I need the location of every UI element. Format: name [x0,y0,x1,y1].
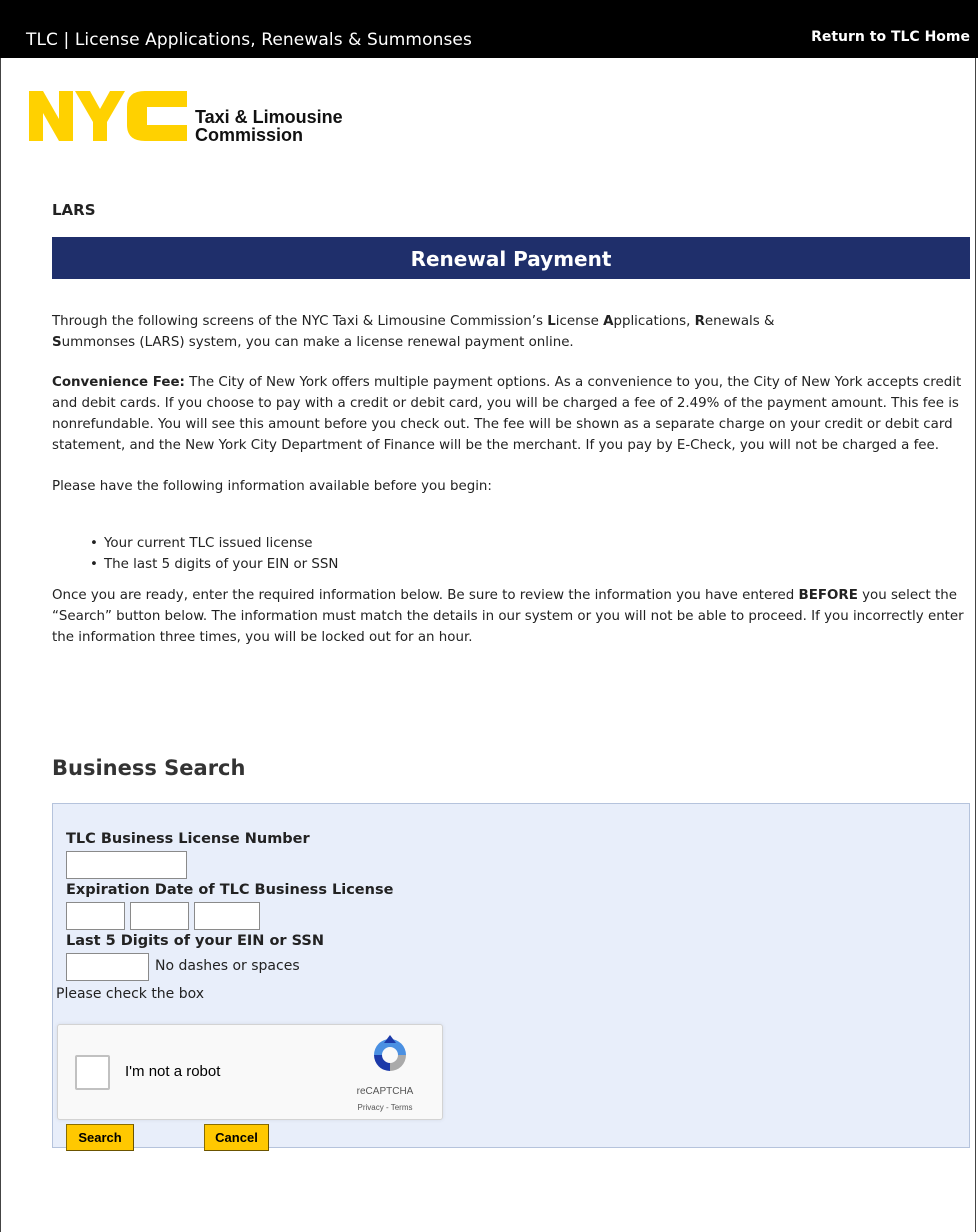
instructions-paragraph: Once you are ready, enter the required i… [52,588,964,645]
license-number-input[interactable] [66,851,187,879]
captcha-prompt: Please check the box [56,986,205,1002]
list-item: The last 5 digits of your EIN or SSN [90,554,967,575]
ein-ssn-label: Last 5 Digits of your EIN or SSN [66,933,325,949]
prep-paragraph: Please have the following information av… [52,479,492,494]
recaptcha-widget: I'm not a robot reCAPTCHA Privacy - Term… [57,1024,443,1120]
recaptcha-logo-icon [374,1035,406,1071]
site-title: TLC | License Applications, Renewals & S… [26,30,472,50]
agency-name-line2: Commission [195,125,304,145]
page-banner: Renewal Payment [52,237,970,279]
intro-content: Through the following screens of the NYC… [52,311,967,648]
expiration-date-label: Expiration Date of TLC Business License [66,882,394,898]
nyc-logo-mark [29,91,187,141]
ein-ssn-input[interactable] [66,953,149,981]
convenience-fee-paragraph: Convenience Fee: The City of New York of… [52,375,962,453]
top-bar: TLC | License Applications, Renewals & S… [0,0,978,58]
ein-ssn-hint: No dashes or spaces [155,958,300,974]
expiration-day-input[interactable] [130,902,189,930]
return-home-link[interactable]: Return to TLC Home [811,29,970,45]
expiration-year-input[interactable] [194,902,260,930]
nyc-tlc-logo: Taxi & Limousine Commission [29,87,389,147]
page-title: Renewal Payment [410,247,612,271]
list-item: Your current TLC issued license [90,533,967,554]
expiration-month-input[interactable] [66,902,125,930]
system-label: LARS [52,201,96,219]
agency-name-line1: Taxi & Limousine [195,107,343,127]
business-search-panel: TLC Business License Number Expiration D… [52,803,970,1151]
search-button[interactable]: Search [66,1124,134,1151]
recaptcha-brand: reCAPTCHA [356,1086,414,1097]
intro-paragraph: Through the following screens of the NYC… [52,314,775,350]
agency-name: Taxi & Limousine Commission [195,108,343,144]
prep-list: Your current TLC issued license The last… [52,533,967,575]
business-search-heading: Business Search [52,756,246,780]
license-number-label: TLC Business License Number [66,831,310,847]
cancel-button[interactable]: Cancel [204,1124,269,1151]
recaptcha-checkbox[interactable] [75,1055,110,1090]
recaptcha-label: I'm not a robot [125,1063,221,1080]
recaptcha-terms-link[interactable]: Privacy - Terms [340,1103,430,1112]
